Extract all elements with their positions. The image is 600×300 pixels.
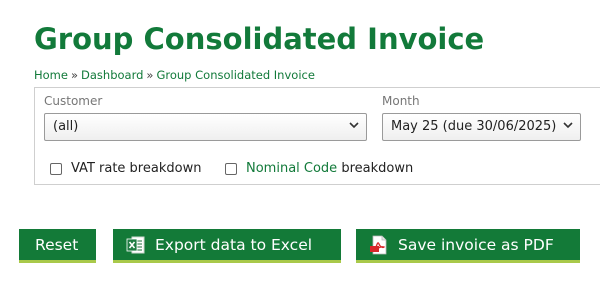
breadcrumb-home-link[interactable]: Home [34,68,68,82]
export-excel-button[interactable]: Export data to Excel [113,229,341,263]
filter-panel: Customer (all) Month May 25 (due 30/06/2… [34,87,600,185]
reset-button[interactable]: Reset [19,229,96,263]
nominal-breakdown-option[interactable]: Nominal Code breakdown [225,161,413,176]
customer-select[interactable]: (all) [44,113,367,141]
chevron-down-icon [562,119,574,134]
excel-icon [126,235,146,255]
breadcrumb-dashboard-link[interactable]: Dashboard [81,68,143,82]
month-label: Month [382,94,420,108]
month-select-value: May 25 (due 30/06/2025) [391,119,557,134]
vat-breakdown-checkbox[interactable] [50,162,62,175]
breadcrumb-current-link[interactable]: Group Consolidated Invoice [156,68,314,82]
page-title: Group Consolidated Invoice [34,22,485,56]
nominal-breakdown-checkbox[interactable] [225,162,237,175]
vat-breakdown-option[interactable]: VAT rate breakdown [50,161,201,176]
chevron-down-icon [348,119,360,134]
breadcrumb-separator: » [70,68,79,82]
vat-breakdown-label: VAT rate breakdown [71,161,202,176]
nominal-code-link[interactable]: Nominal Code [246,161,337,176]
nominal-breakdown-label: breakdown [337,161,414,176]
reset-button-label: Reset [35,235,79,254]
breadcrumb-separator: » [146,68,154,82]
pdf-icon [369,235,389,255]
breadcrumb: Home» Dashboard» Group Consolidated Invoic… [34,68,315,82]
customer-label: Customer [44,94,103,108]
customer-select-value: (all) [53,119,79,134]
save-pdf-button[interactable]: Save invoice as PDF [356,229,580,263]
save-pdf-label: Save invoice as PDF [398,235,554,254]
export-excel-label: Export data to Excel [155,235,313,254]
month-select[interactable]: May 25 (due 30/06/2025) [382,113,581,141]
